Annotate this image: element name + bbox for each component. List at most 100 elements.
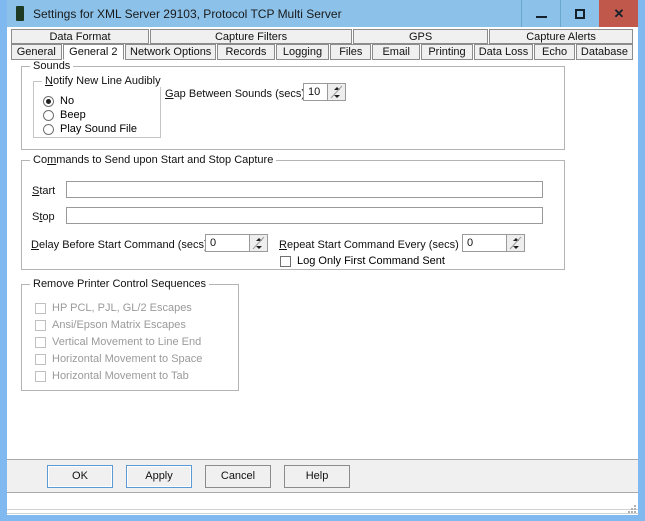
tab-printing[interactable]: Printing [421,44,472,60]
tab-row-top: Data Format Capture Filters GPS Capture … [11,29,634,44]
checkbox-icon [35,354,46,365]
close-icon: ✕ [614,7,625,20]
maximize-button[interactable] [560,0,599,27]
tab-records[interactable]: Records [217,44,274,60]
general-2-panel: Sounds Notify New Line Audibly No Beep P [7,60,638,521]
commands-group-title: Commands to Send upon Start and Stop Cap… [30,154,276,166]
tab-logging[interactable]: Logging [276,44,330,60]
checkbox-hp-pcl-escapes[interactable]: HP PCL, PJL, GL/2 Escapes [35,302,192,314]
application-icon [16,6,24,21]
checkbox-label: Horizontal Movement to Tab [52,370,189,382]
spinner-down-icon[interactable] [328,92,345,100]
tab-label: Files [339,46,362,58]
spinner-up-icon[interactable] [328,84,345,92]
checkbox-horizontal-movement-to-tab[interactable]: Horizontal Movement to Tab [35,370,189,382]
checkbox-vertical-movement-to-line-end[interactable]: Vertical Movement to Line End [35,336,201,348]
apply-button[interactable]: Apply [126,465,192,488]
tab-gps[interactable]: GPS [353,29,488,44]
spinner-down-icon[interactable] [250,243,267,251]
accel-char: G [165,88,174,100]
tab-data-format[interactable]: Data Format [11,29,149,44]
tab-capture-filters[interactable]: Capture Filters [150,29,352,44]
repeat-start-command-value[interactable]: 0 [463,235,506,251]
tab-general-2[interactable]: General 2 [63,44,124,60]
checkbox-label: Vertical Movement to Line End [52,336,201,348]
ok-button[interactable]: OK [47,465,113,488]
label-rest: mands to Send upon Start and Stop Captur… [56,154,273,166]
repeat-start-command-spinner[interactable]: 0 [462,234,525,252]
tab-email[interactable]: Email [372,44,420,60]
tab-label: Data Format [49,31,110,43]
repeat-spinner-buttons[interactable] [506,235,524,251]
tab-label: Printing [428,46,465,58]
dialog-client-area: Data Format Capture Filters GPS Capture … [7,27,638,515]
spinner-up-icon[interactable] [507,235,524,243]
tab-label: General [17,46,56,58]
tab-general[interactable]: General [11,44,62,60]
gap-spinner-buttons[interactable] [327,84,345,100]
radio-beep[interactable]: Beep [43,109,86,121]
tab-data-loss[interactable]: Data Loss [474,44,534,60]
gap-between-sounds-value[interactable]: 10 [304,84,327,100]
radio-no[interactable]: No [43,95,74,107]
radio-icon [43,96,54,107]
radio-play-sound-file[interactable]: Play Sound File [43,123,137,135]
tab-database[interactable]: Database [576,44,633,60]
minimize-button[interactable] [521,0,560,27]
delay-before-start-label: Delay Before Start Command (secs) [31,239,208,251]
spinner-up-icon[interactable] [250,235,267,243]
tab-files[interactable]: Files [330,44,371,60]
tab-label: GPS [409,31,432,43]
tab-label: Capture Alerts [526,31,596,43]
stop-command-input[interactable] [66,207,543,224]
title-bar[interactable]: Settings for XML Server 29103, Protocol … [7,0,638,27]
delay-before-start-spinner[interactable]: 0 [205,234,268,252]
cancel-button[interactable]: Cancel [205,465,271,488]
tab-network-options[interactable]: Network Options [125,44,216,60]
radio-label: Beep [60,109,86,121]
help-button[interactable]: Help [284,465,350,488]
checkbox-icon [35,303,46,314]
start-command-input[interactable] [66,181,543,198]
tab-label: Records [225,46,266,58]
checkbox-label: Horizontal Movement to Space [52,353,202,365]
checkbox-ansi-epson-matrix-escapes[interactable]: Ansi/Epson Matrix Escapes [35,319,186,331]
printer-group-title: Remove Printer Control Sequences [30,278,209,290]
label-rest: elay Before Start Command (secs) [39,239,208,251]
accel-char: R [279,239,287,251]
tab-label: Logging [283,46,322,58]
notify-group-title: Notify New Line Audibly [42,75,164,87]
label-rest: op [42,211,54,223]
status-divider-line [7,509,638,510]
tab-label: Data Loss [479,46,529,58]
maximize-icon [575,9,585,19]
window-title: Settings for XML Server 29103, Protocol … [33,7,342,21]
close-button[interactable]: ✕ [599,0,638,27]
delay-before-start-value[interactable]: 0 [206,235,249,251]
tab-label: Echo [542,46,567,58]
window-controls: ✕ [521,0,638,27]
checkbox-icon [35,337,46,348]
radio-label: No [60,95,74,107]
tab-label: Email [382,46,410,58]
gap-between-sounds-spinner[interactable]: 10 [303,83,346,101]
checkbox-horizontal-movement-to-space[interactable]: Horizontal Movement to Space [35,353,202,365]
accel-char: m [47,154,56,166]
dialog-button-bar: OK Apply Cancel Help [7,459,638,493]
checkbox-label: Ansi/Epson Matrix Escapes [52,319,186,331]
log-only-first-command-checkbox[interactable]: Log Only First Command Sent [280,255,445,267]
accel-char: D [31,239,39,251]
spinner-down-icon[interactable] [507,243,524,251]
remove-printer-control-sequences-group: Remove Printer Control Sequences HP PCL,… [21,284,239,391]
tab-capture-alerts[interactable]: Capture Alerts [489,29,633,44]
tab-label: Network Options [130,46,211,58]
accel-char: N [45,75,53,87]
tab-echo[interactable]: Echo [534,44,575,60]
label-rest: tart [39,185,55,197]
tab-strip: Data Format Capture Filters GPS Capture … [7,27,638,60]
label-rest: ap Between Sounds (secs) [174,88,305,100]
label-rest: otify New Line Audibly [53,75,161,87]
delay-spinner-buttons[interactable] [249,235,267,251]
resize-grip-icon[interactable] [624,501,636,513]
label-pre: Co [33,154,47,166]
